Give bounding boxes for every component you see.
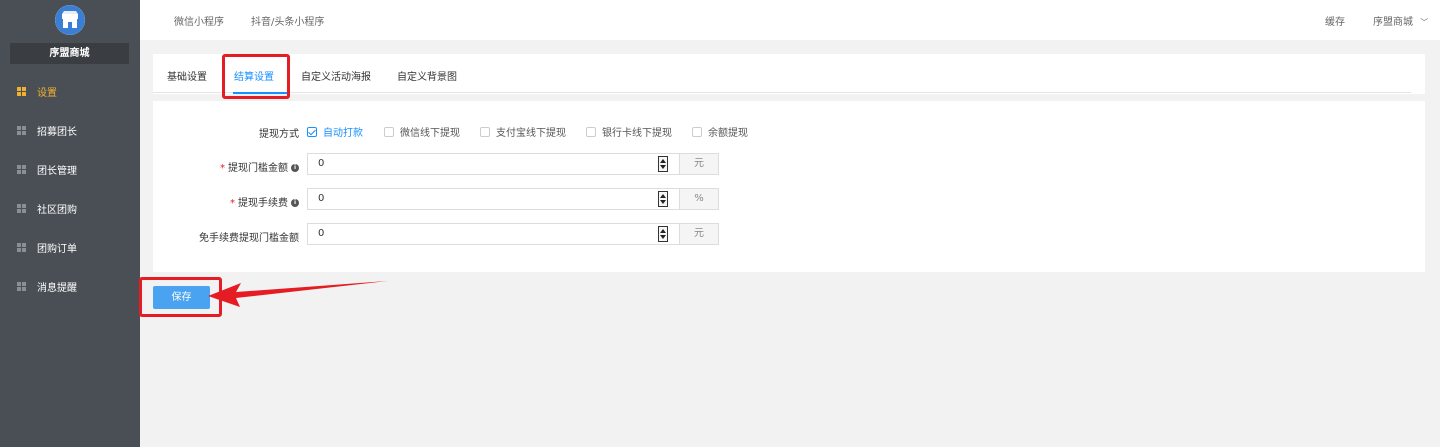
section-gap (153, 94, 1425, 101)
sidebar-item-leader-management[interactable]: 团长管理 (0, 150, 140, 189)
grid-icon (17, 243, 26, 252)
free-threshold-row: 免手续费提现门槛金额 0 元 (153, 223, 1425, 247)
option-wechat-offline[interactable]: 微信线下提现 (384, 124, 460, 139)
info-icon[interactable]: i (291, 199, 299, 207)
fee-row: * 提现手续费 i 0 % (153, 188, 1425, 212)
sidebar-item-recruit-leader[interactable]: 招募团长 (0, 111, 140, 150)
tab-custom-activity-poster[interactable]: 自定义活动海报 (301, 68, 371, 83)
grid-icon (17, 126, 26, 135)
top-bar: 微信小程序 抖音/头条小程序 缓存 序盟商城 ﹀ (140, 0, 1440, 40)
cache-button[interactable]: 缓存 (1325, 13, 1345, 28)
option-label: 余额提现 (708, 128, 748, 139)
number-spinner[interactable] (658, 156, 668, 172)
tab-custom-background[interactable]: 自定义背景图 (397, 68, 457, 83)
store-logo-icon (55, 5, 85, 35)
sidebar-item-settings[interactable]: 设置 (0, 72, 140, 111)
threshold-label-text: 提现门槛金额 (228, 163, 288, 174)
tab-bar: 基础设置 结算设置 自定义活动海报 自定义背景图 (153, 54, 1425, 94)
free-threshold-input[interactable]: 0 (307, 223, 680, 245)
sidebar-item-label: 招募团长 (37, 127, 77, 138)
required-mark: * (230, 198, 235, 209)
annotation-highlight-tab (222, 54, 290, 99)
chevron-down-icon: ﹀ (1420, 18, 1429, 27)
sidebar-item-label: 设置 (37, 88, 57, 99)
required-mark: * (220, 163, 225, 174)
threshold-label: * 提现门槛金额 i (220, 159, 299, 174)
unit-addon: 元 (679, 223, 719, 245)
free-threshold-label: 免手续费提现门槛金额 (199, 233, 299, 244)
sidebar-item-label: 社区团购 (37, 205, 77, 216)
withdraw-method-label: 提现方式 (259, 129, 299, 140)
unit-addon: % (679, 188, 719, 210)
option-alipay-offline[interactable]: 支付宝线下提现 (480, 124, 566, 139)
fee-label-text: 提现手续费 (238, 198, 288, 209)
checkbox-icon (384, 126, 394, 137)
sidebar-item-label: 消息提醒 (37, 283, 77, 294)
checkbox-icon (692, 126, 702, 137)
user-menu[interactable]: 序盟商城 ﹀ (1373, 13, 1428, 28)
option-label: 支付宝线下提现 (496, 128, 566, 139)
top-link-douyin-miniprogram[interactable]: 抖音/头条小程序 (251, 13, 324, 28)
sidebar-item-community-group-buy[interactable]: 社区团购 (0, 189, 140, 228)
tab-divider (153, 92, 1411, 93)
grid-icon (17, 204, 26, 213)
checkbox-icon (586, 126, 596, 137)
unit-addon: 元 (679, 153, 719, 175)
grid-icon (17, 87, 26, 96)
user-name: 序盟商城 (1373, 17, 1413, 28)
annotation-highlight-save (139, 277, 222, 317)
grid-icon (17, 165, 26, 174)
sidebar-item-label: 团购订单 (37, 244, 77, 255)
checkbox-icon (480, 126, 490, 137)
fee-label: * 提现手续费 i (230, 194, 299, 209)
checkbox-checked-icon (307, 126, 317, 137)
fee-input[interactable]: 0 (307, 188, 680, 210)
threshold-row: * 提现门槛金额 i 0 元 (153, 153, 1425, 177)
threshold-input[interactable]: 0 (307, 153, 680, 175)
withdraw-method-row: 提现方式 自动打款 微信线下提现 支付宝线下提现 银行卡线下提现 余额提现 (153, 119, 1425, 143)
option-balance[interactable]: 余额提现 (692, 124, 748, 139)
option-auto-payout[interactable]: 自动打款 (307, 124, 363, 139)
option-bankcard-offline[interactable]: 银行卡线下提现 (586, 124, 672, 139)
tab-basic-settings[interactable]: 基础设置 (167, 68, 207, 83)
logo-area: 序盟商城 (0, 0, 140, 70)
sidebar-item-message-reminder[interactable]: 消息提醒 (0, 267, 140, 306)
settings-card: 基础设置 结算设置 自定义活动海报 自定义背景图 提现方式 自动打款 微信线下提… (153, 54, 1425, 272)
brand-name: 序盟商城 (10, 43, 129, 64)
sidebar-item-label: 团长管理 (37, 166, 77, 177)
number-spinner[interactable] (658, 191, 668, 207)
top-link-wechat-miniprogram[interactable]: 微信小程序 (174, 13, 224, 28)
number-spinner[interactable] (658, 226, 668, 242)
grid-icon (17, 282, 26, 291)
option-label: 微信线下提现 (400, 128, 460, 139)
option-label: 银行卡线下提现 (602, 128, 672, 139)
sidebar: 序盟商城 设置 招募团长 团长管理 社区团购 团购订单 消息提醒 (0, 0, 140, 447)
option-label: 自动打款 (323, 128, 363, 139)
info-icon[interactable]: i (291, 164, 299, 172)
sidebar-item-group-orders[interactable]: 团购订单 (0, 228, 140, 267)
